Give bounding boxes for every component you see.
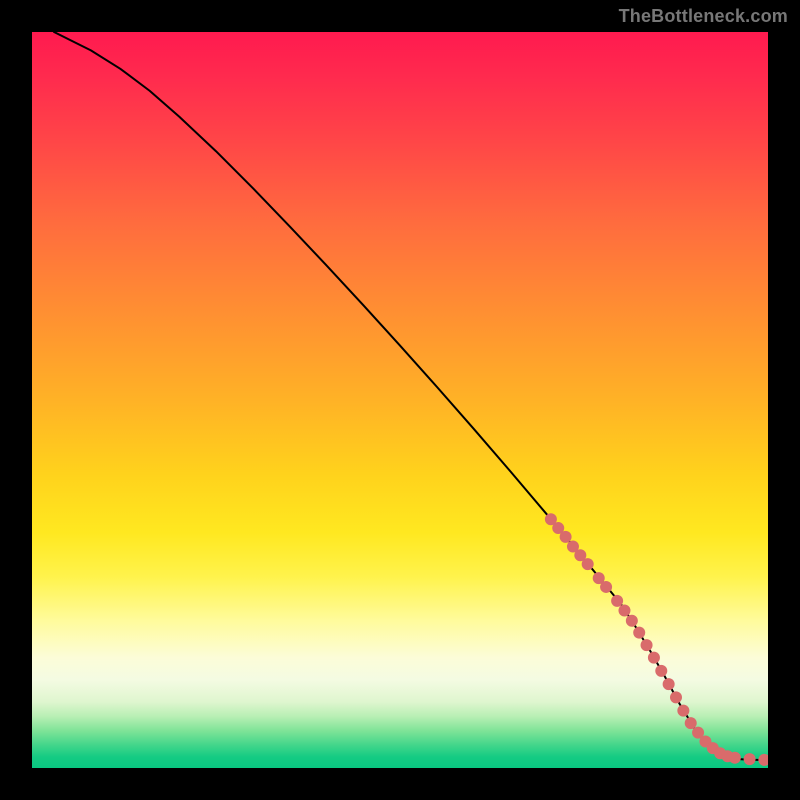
marker-dot bbox=[758, 754, 768, 766]
marker-dot bbox=[611, 595, 623, 607]
plot-area bbox=[32, 32, 768, 768]
marker-dot bbox=[641, 639, 653, 651]
marker-dot bbox=[663, 678, 675, 690]
marker-dot bbox=[677, 705, 689, 717]
marker-dot bbox=[670, 691, 682, 703]
marker-dot bbox=[560, 531, 572, 543]
watermark-text: TheBottleneck.com bbox=[619, 6, 788, 27]
marker-dot bbox=[729, 752, 741, 764]
curve-markers bbox=[545, 513, 768, 766]
marker-dot bbox=[655, 665, 667, 677]
marker-dot bbox=[600, 581, 612, 593]
marker-dot bbox=[744, 753, 756, 765]
chart-overlay bbox=[32, 32, 768, 768]
curve-line bbox=[54, 32, 768, 760]
marker-dot bbox=[633, 627, 645, 639]
marker-dot bbox=[685, 717, 697, 729]
marker-dot bbox=[582, 558, 594, 570]
marker-dot bbox=[618, 605, 630, 617]
marker-dot bbox=[648, 652, 660, 664]
marker-dot bbox=[626, 615, 638, 627]
chart-container: TheBottleneck.com bbox=[0, 0, 800, 800]
